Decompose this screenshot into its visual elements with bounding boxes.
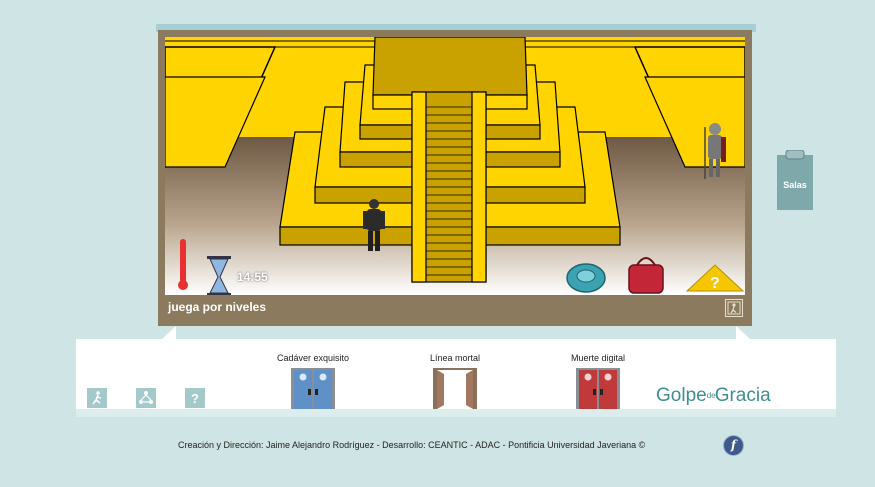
salas-label: Salas: [783, 180, 807, 190]
exit-game-button[interactable]: [725, 299, 743, 317]
help-tool-button[interactable]: ?: [185, 388, 205, 408]
timer-readout: 14:55: [237, 270, 268, 284]
room-label: Línea mortal: [429, 353, 481, 363]
room-label: Cadáver exquisito: [276, 353, 350, 363]
room-door-muerte-digital[interactable]: Muerte digital: [557, 353, 639, 414]
svg-text:?: ?: [710, 275, 720, 292]
share-tool-button[interactable]: [136, 388, 156, 408]
flash-player-icon[interactable]: f: [723, 435, 744, 456]
exit-door-icon: [727, 301, 741, 315]
network-icon: [139, 391, 153, 404]
panel-tab-right: [736, 326, 750, 339]
salas-button[interactable]: Salas: [777, 149, 813, 210]
panel-tab-left: [162, 326, 176, 339]
red-door-icon: [576, 368, 620, 409]
exit-tool-button[interactable]: [87, 388, 107, 408]
game-scene[interactable]: ? 14:55: [165, 37, 745, 295]
status-text: juega por niveles: [168, 300, 267, 314]
room-label: Muerte digital: [570, 353, 626, 363]
open-door-icon: [433, 368, 477, 409]
disc-item-icon: [566, 263, 606, 293]
blue-door-icon: [291, 368, 335, 409]
running-man-icon: [92, 391, 102, 405]
rooms-panel: ? Cadáver exquisito Línea mortal Muerte …: [76, 339, 836, 417]
room-door-cadaver[interactable]: Cadáver exquisito: [272, 353, 354, 414]
room-door-linea-mortal[interactable]: Línea mortal: [414, 353, 496, 414]
status-bar: juega por niveles: [165, 297, 745, 321]
game-frame: ? 14:55 juega por niveles: [158, 30, 752, 326]
credits-text: Creación y Dirección: Jaime Alejandro Ro…: [178, 440, 646, 450]
golpe-de-gracia-logo: GolpedeGracia: [656, 385, 771, 406]
